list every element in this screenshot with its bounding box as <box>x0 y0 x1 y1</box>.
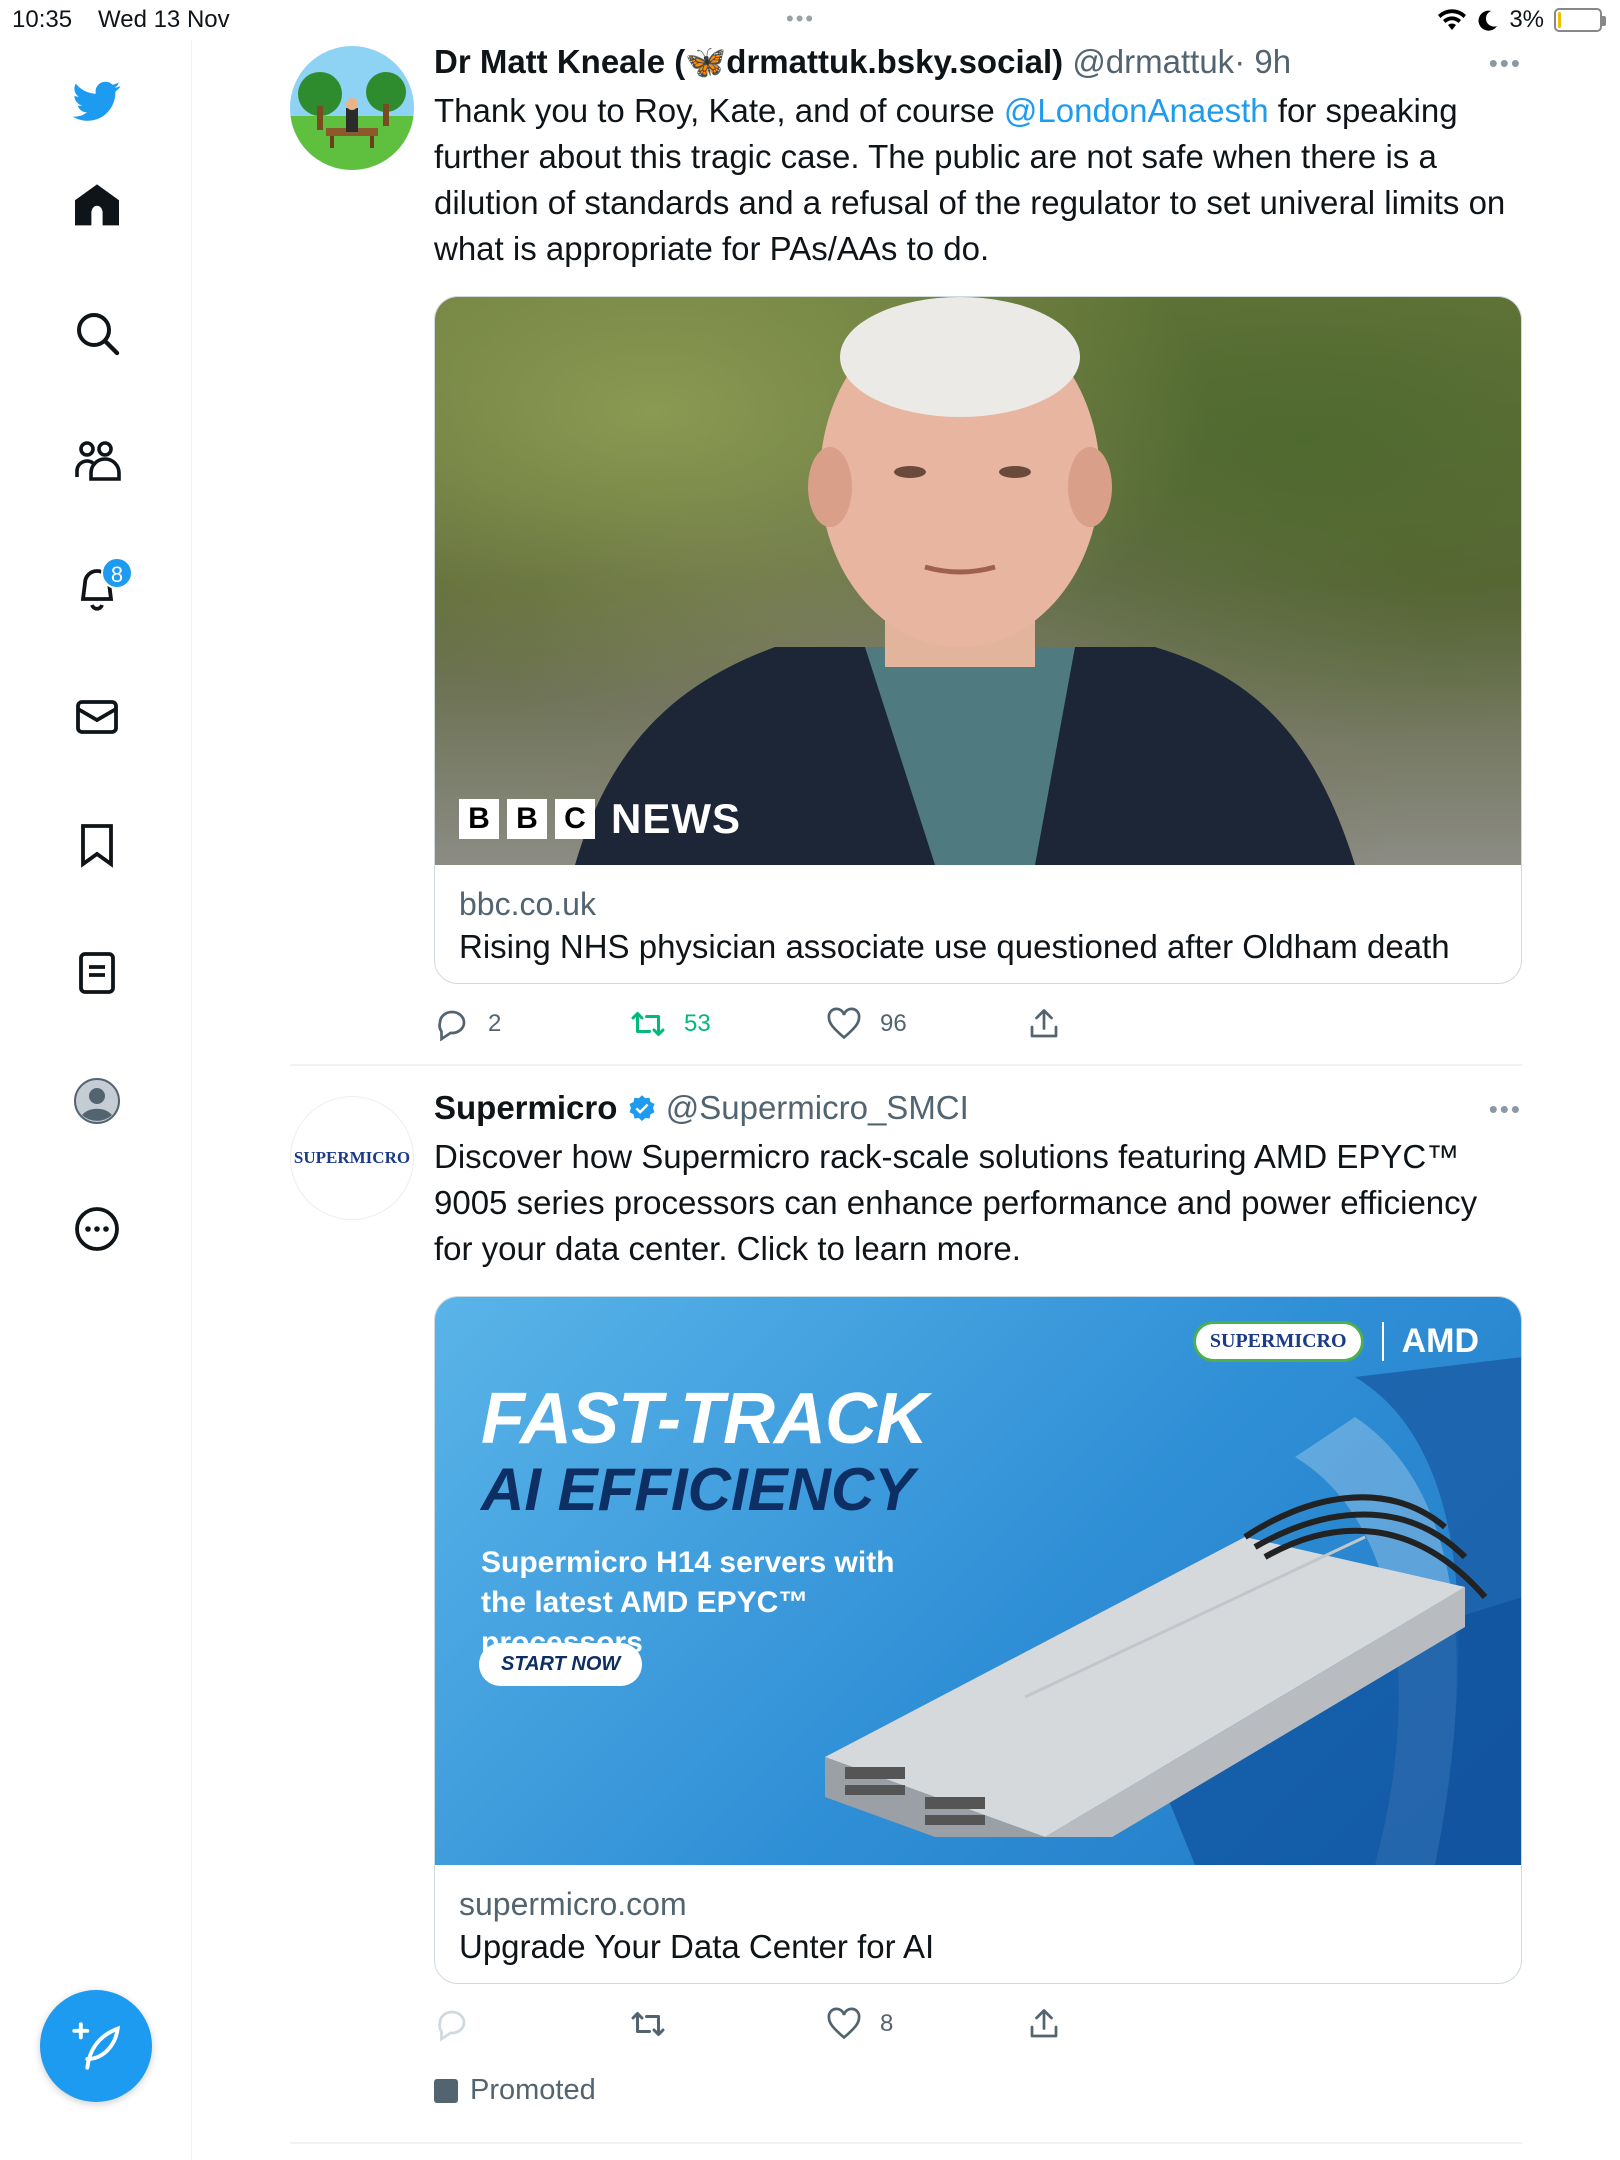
like-button[interactable]: 8 <box>826 2006 893 2042</box>
bbc-letter: B <box>507 799 547 839</box>
status-time: 10:35 <box>12 6 73 33</box>
tweet-divider <box>290 2142 1522 2144</box>
reply-button[interactable]: 2 <box>434 1006 501 1042</box>
supermicro-logo: SUPERMICRO <box>1192 1321 1364 1362</box>
author-name[interactable]: Supermicro <box>434 1089 617 1126</box>
tweet-text: Thank you to Roy, Kate, and of course @L… <box>434 88 1522 272</box>
reply-button[interactable] <box>434 2006 488 2042</box>
more-icon[interactable] <box>61 1193 133 1265</box>
search-icon[interactable] <box>61 297 133 369</box>
notifications-bell-icon[interactable]: 8 <box>61 553 133 625</box>
lists-icon[interactable] <box>61 937 133 1009</box>
retweet-icon <box>631 2012 665 2036</box>
author-handle[interactable]: @Supermicro_SMCI <box>666 1089 969 1126</box>
reply-icon <box>438 1010 466 1042</box>
battery-percent: 3% <box>1509 6 1544 33</box>
retweet-button[interactable] <box>630 2006 684 2042</box>
bbc-letter: C <box>555 799 595 839</box>
link-card[interactable]: B B C NEWS bbc.co.uk Rising NHS physicia… <box>434 296 1522 984</box>
twitter-logo-icon[interactable] <box>61 65 133 137</box>
author-name[interactable]: Dr Matt Kneale (🦋drmattuk.bsky.social) <box>434 43 1063 80</box>
promoted-tweet[interactable]: SUPERMICRO Supermicro @Supermicro_SMCI •… <box>290 1064 1522 2144</box>
card-domain: supermicro.com <box>459 1886 687 1922</box>
bbc-news-word: NEWS <box>611 795 741 842</box>
avatar[interactable] <box>290 46 414 170</box>
bookmark-icon[interactable] <box>61 809 133 881</box>
server-image <box>825 1494 1488 1837</box>
tweet-text-part: Thank you to Roy, Kate, and of course <box>434 92 1004 129</box>
ad-logos: SUPERMICRO AMD <box>1192 1321 1479 1362</box>
card-domain: bbc.co.uk <box>459 886 596 922</box>
notifications-badge: 8 <box>101 557 133 589</box>
card-title: Upgrade Your Data Center for AI <box>459 1928 935 1965</box>
multitasking-dots-icon[interactable]: ••• <box>786 6 815 32</box>
like-count: 96 <box>880 1010 907 1037</box>
retweet-icon <box>631 1012 665 1036</box>
moon-icon <box>1478 10 1498 31</box>
card-title: Rising NHS physician associate use quest… <box>459 928 1450 965</box>
share-icon <box>1030 1009 1058 1038</box>
tweet-more-icon[interactable]: ••• <box>1489 1094 1522 1125</box>
home-icon[interactable] <box>61 169 133 241</box>
amd-logo: AMD <box>1381 1322 1479 1361</box>
tweet-header: Supermicro @Supermicro_SMCI <box>434 1086 1522 1130</box>
ad-banner: SUPERMICRO AMD FAST-TRACK AI EFFICIENCY … <box>435 1297 1521 1865</box>
card-image: B B C NEWS <box>435 297 1521 865</box>
promoted-text: Promoted <box>470 2074 596 2106</box>
promoted-label: Promoted <box>434 2074 596 2107</box>
tweet-header: Dr Matt Kneale (🦋drmattuk.bsky.social) @… <box>434 40 1522 84</box>
bbc-news-logo: B B C NEWS <box>459 795 741 843</box>
avatar-logo-text: SUPERMICRO <box>293 1148 411 1167</box>
heart-icon <box>827 2007 861 2040</box>
reply-icon <box>438 2010 466 2042</box>
reply-count: 2 <box>488 1010 502 1037</box>
heart-icon <box>827 1007 861 1040</box>
mention-link[interactable]: @LondonAnaesth <box>1004 92 1269 129</box>
profile-icon[interactable] <box>61 1065 133 1137</box>
tweet-time[interactable]: · 9h <box>1234 43 1291 80</box>
retweet-count: 53 <box>684 1010 711 1037</box>
share-button[interactable] <box>1026 2006 1062 2042</box>
tweet-text: Discover how Supermicro rack-scale solut… <box>434 1138 1478 1267</box>
sidebar-nav: 8 <box>0 40 192 2160</box>
communities-icon[interactable] <box>61 425 133 497</box>
status-date: Wed 13 Nov <box>98 6 230 33</box>
tweet-actions: 8 <box>434 1994 1522 2078</box>
share-icon <box>1030 2009 1058 2038</box>
verified-badge-icon <box>629 1095 655 1121</box>
share-button[interactable] <box>1026 1006 1062 1042</box>
battery-icon <box>1554 8 1606 32</box>
messages-icon[interactable] <box>61 681 133 753</box>
compose-tweet-button[interactable] <box>40 1990 152 2102</box>
status-bar: 10:35 Wed 13 Nov ••• 3% <box>0 0 1620 40</box>
bbc-letter: B <box>459 799 499 839</box>
author-handle[interactable]: @drmattuk <box>1072 43 1234 80</box>
wifi-icon <box>1438 9 1467 31</box>
like-button[interactable]: 96 <box>826 1006 907 1042</box>
feather-plus-icon <box>72 2022 121 2070</box>
timeline-feed: Dr Matt Kneale (🦋drmattuk.bsky.social) @… <box>290 40 1522 2144</box>
ad-card[interactable]: SUPERMICRO AMD FAST-TRACK AI EFFICIENCY … <box>434 1296 1522 1984</box>
promoted-icon <box>434 2078 458 2103</box>
tweet-more-icon[interactable]: ••• <box>1489 48 1522 79</box>
avatar[interactable]: SUPERMICRO <box>290 1096 414 1220</box>
retweet-button[interactable]: 53 <box>630 1006 711 1042</box>
tweet[interactable]: Dr Matt Kneale (🦋drmattuk.bsky.social) @… <box>290 40 1522 1066</box>
like-count: 8 <box>880 2010 894 2037</box>
start-now-button[interactable]: START NOW <box>479 1643 643 1686</box>
status-right: 3% <box>1437 6 1606 34</box>
